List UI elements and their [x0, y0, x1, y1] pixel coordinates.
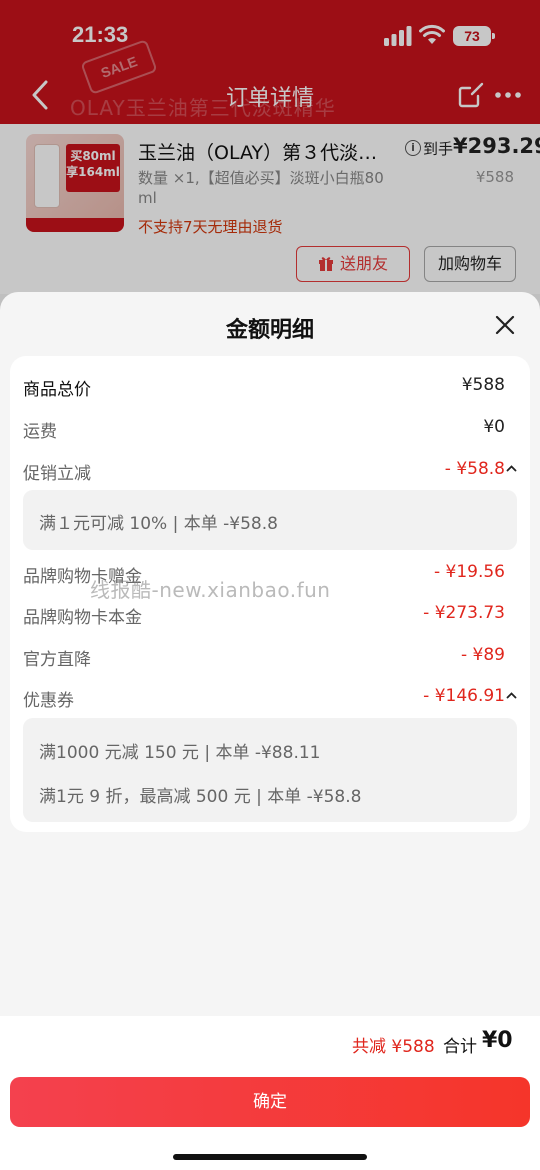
promo-detail-line: 满１元可减 10% | 本单 -¥58.8 — [39, 514, 278, 534]
chevron-up-icon[interactable] — [506, 463, 517, 474]
bottom-bar: 共减 ¥588 合计 ¥0 确定 — [0, 1016, 540, 1170]
row-value: ¥588 — [461, 375, 505, 395]
row-label: 商品总价 — [23, 380, 91, 400]
sheet-title: 金额明细 — [225, 318, 314, 343]
row-promo-discount[interactable]: 促销立减 - ¥58.8 — [23, 455, 517, 485]
row-coupon[interactable]: 优惠券 - ¥146.91 — [23, 682, 517, 712]
row-label: 官方直降 — [23, 650, 91, 670]
row-label: 品牌购物卡本金 — [23, 608, 142, 628]
coupon-detail-box: 满1000 元减 150 元 | 本单 -¥88.11 满1元 9 折，最高减 … — [23, 718, 517, 822]
promo-detail-box: 满１元可减 10% | 本单 -¥58.8 — [23, 490, 517, 550]
confirm-button[interactable]: 确定 — [10, 1077, 530, 1127]
row-label: 运费 — [23, 422, 57, 442]
total-label: 合计 — [443, 1037, 477, 1057]
home-indicator[interactable] — [173, 1154, 367, 1160]
row-label: 促销立减 — [23, 464, 91, 484]
row-value: - ¥146.91 — [423, 686, 505, 706]
row-shipping: 运费 ¥0 — [23, 413, 505, 443]
row-card-principal: 品牌购物卡本金 - ¥273.73 — [23, 599, 505, 629]
watermark: 线报酷-new.xianbao.fun — [90, 578, 331, 602]
row-official-discount: 官方直降 - ¥89 — [23, 641, 505, 671]
row-label: 优惠券 — [23, 691, 74, 711]
close-icon[interactable] — [492, 312, 518, 338]
row-goods-total: 商品总价 ¥588 — [23, 371, 505, 401]
row-value: - ¥89 — [461, 645, 505, 665]
row-value: - ¥273.73 — [423, 603, 505, 623]
row-value: - ¥19.56 — [433, 562, 505, 582]
total-value: ¥0 — [482, 1028, 513, 1053]
row-value: ¥0 — [483, 417, 505, 437]
total-reduction: 共减 ¥588 — [352, 1037, 435, 1057]
row-value: - ¥58.8 — [444, 459, 505, 479]
chevron-up-icon[interactable] — [506, 690, 517, 701]
coupon-detail-line: 满1元 9 折，最高减 500 元 | 本单 -¥58.8 — [39, 787, 362, 807]
coupon-detail-line: 满1000 元减 150 元 | 本单 -¥88.11 — [39, 743, 321, 763]
